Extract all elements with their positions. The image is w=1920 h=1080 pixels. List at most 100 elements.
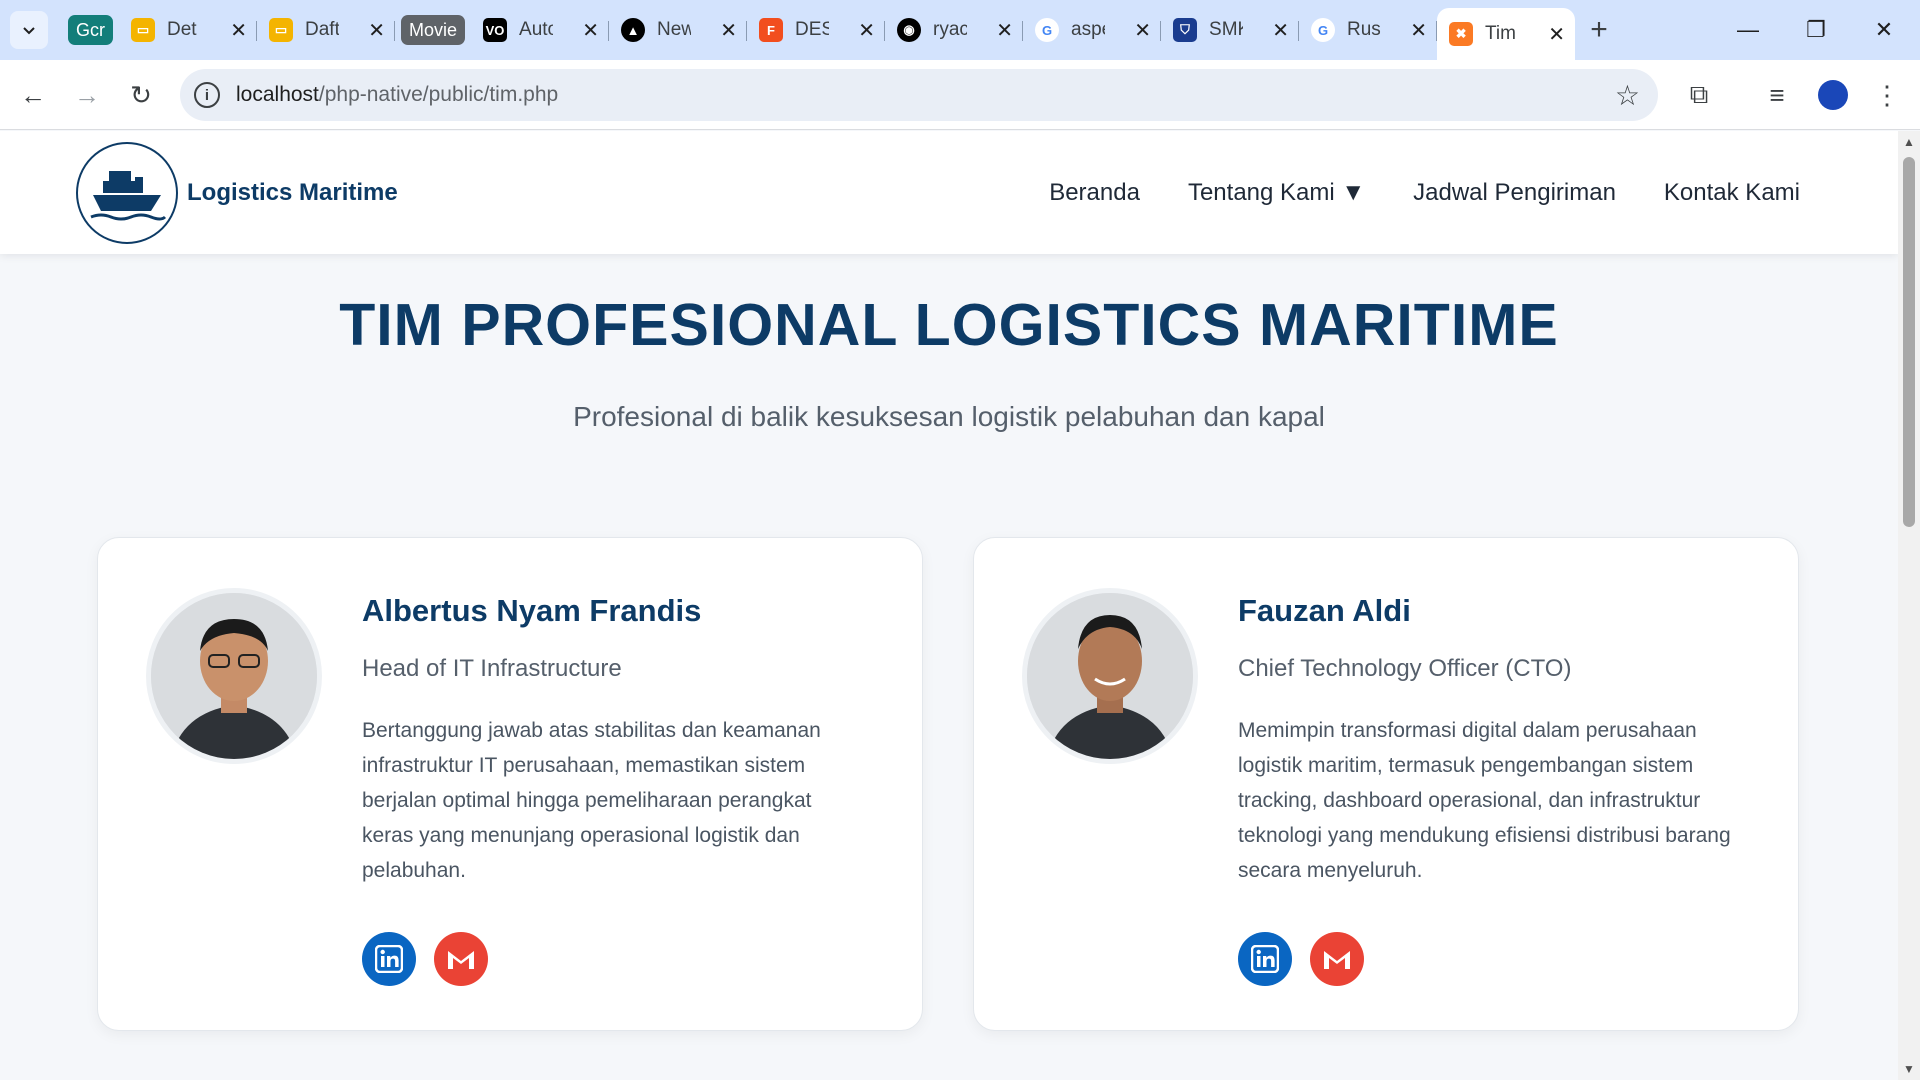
close-icon[interactable]: ✕ <box>582 18 599 43</box>
tab-group-chip[interactable]: Gcr <box>68 15 113 45</box>
tab-ryac[interactable]: ◉ ryac ✕ <box>885 8 1024 52</box>
site-header: Logistics Maritime Beranda Tentang Kami … <box>0 131 1898 254</box>
ship-icon <box>90 171 167 221</box>
tab-tim-active[interactable]: ✖ Tim ✕ <box>1437 8 1576 60</box>
page-title: TIM PROFESIONAL LOGISTICS MARITIME <box>339 292 1559 358</box>
gmail-button[interactable] <box>1310 932 1364 986</box>
member-info: Fauzan Aldi Chief Technology Officer (CT… <box>1238 593 1738 888</box>
team-card: Albertus Nyam Frandis Head of IT Infrast… <box>97 537 923 1031</box>
close-icon[interactable]: ✕ <box>368 18 385 43</box>
page-scrollbar[interactable]: ▲ ▼ <box>1898 131 1920 1080</box>
tab-aspe[interactable]: G aspe ✕ <box>1023 8 1162 52</box>
close-icon[interactable]: ✕ <box>996 18 1013 43</box>
tab-det[interactable]: ▭ Det ✕ <box>119 8 257 52</box>
gmail-icon <box>448 951 474 969</box>
nav-tentang-kami[interactable]: Tentang Kami ▼ <box>1188 179 1365 207</box>
close-window-button[interactable]: ✕ <box>1850 0 1918 60</box>
arrow-left-icon: ← <box>20 79 46 110</box>
profile-avatar[interactable] <box>1818 80 1848 110</box>
extensions-icon[interactable]: ⧉ <box>1678 74 1720 116</box>
tab-title: Det <box>167 19 197 40</box>
close-icon[interactable]: ✕ <box>1134 18 1151 43</box>
avatar <box>146 588 322 764</box>
member-role: Chief Technology Officer (CTO) <box>1238 655 1572 682</box>
tab-title: DES <box>795 19 830 40</box>
page-viewport: Logistics Maritime Beranda Tentang Kami … <box>0 131 1898 1080</box>
close-icon[interactable]: ✕ <box>1410 18 1427 43</box>
menu-kebab-icon[interactable]: ⋮ <box>1866 74 1908 116</box>
tab-title: Daft <box>305 19 339 40</box>
member-name: Fauzan Aldi <box>1238 593 1411 628</box>
close-icon[interactable]: ✕ <box>230 18 247 43</box>
scroll-up-icon[interactable]: ▲ <box>1903 135 1915 149</box>
gmail-icon <box>1324 951 1350 969</box>
scrollbar-thumb[interactable] <box>1903 157 1915 527</box>
shield-icon: ⛉ <box>1173 18 1198 42</box>
tab-group-movie[interactable]: Movie <box>395 8 471 52</box>
member-role: Head of IT Infrastructure <box>362 655 622 682</box>
restore-button[interactable]: ❐ <box>1782 0 1850 60</box>
triangle-icon: ▲ <box>621 18 646 42</box>
reload-button[interactable]: ↻ <box>118 72 164 118</box>
nav-beranda[interactable]: Beranda <box>1049 179 1140 207</box>
chevron-down-icon <box>23 27 35 35</box>
brand-name[interactable]: Logistics Maritime <box>187 179 398 207</box>
linkedin-icon <box>1251 945 1279 973</box>
tab-new[interactable]: ▲ New ✕ <box>609 8 748 52</box>
new-tab-button[interactable]: + <box>1579 10 1619 50</box>
site-info-icon[interactable]: i <box>194 82 220 108</box>
tab-group-gcr[interactable]: Gcr <box>62 8 119 52</box>
close-icon[interactable]: ✕ <box>720 18 737 43</box>
team-card: Fauzan Aldi Chief Technology Officer (CT… <box>973 537 1799 1031</box>
media-control-icon[interactable]: ≡ <box>1756 74 1798 116</box>
tab-group-chip[interactable]: Movie <box>401 15 466 45</box>
nav-kontak-kami[interactable]: Kontak Kami <box>1664 179 1800 207</box>
url-text[interactable]: localhost/php-native/public/tim.php <box>236 83 558 107</box>
tab-strip: Gcr ▭ Det ✕ ▭ Daft ✕ Movie VO Auto ✕ ▲ N… <box>0 0 1920 60</box>
tab-search-button[interactable] <box>10 11 48 49</box>
close-icon[interactable]: ✕ <box>1272 18 1289 43</box>
github-icon: ◉ <box>897 18 922 42</box>
scroll-down-icon[interactable]: ▼ <box>1903 1062 1915 1076</box>
tab-title: Rus <box>1347 19 1381 40</box>
slides-icon: ▭ <box>269 18 293 42</box>
gmail-button[interactable] <box>434 932 488 986</box>
page-subtitle: Profesional di balik kesuksesan logistik… <box>573 401 1325 432</box>
minimize-button[interactable]: — <box>1714 0 1782 60</box>
tab-smk[interactable]: ⛉ SMK ✕ <box>1161 8 1300 52</box>
bookmark-star-icon[interactable]: ☆ <box>1615 79 1640 112</box>
ship-logo[interactable] <box>76 142 178 244</box>
slides-icon: ▭ <box>131 18 155 42</box>
figma-icon: F <box>759 18 784 42</box>
tab-rus[interactable]: G Rus ✕ <box>1299 8 1438 52</box>
reload-icon: ↻ <box>130 79 152 110</box>
arrow-right-icon: → <box>74 79 100 110</box>
back-button[interactable]: ← <box>10 72 56 118</box>
main-nav: Beranda Tentang Kami ▼ Jadwal Pengiriman… <box>1049 179 1800 207</box>
tab-daft[interactable]: ▭ Daft ✕ <box>257 8 395 52</box>
nav-jadwal-pengiriman[interactable]: Jadwal Pengiriman <box>1413 179 1616 207</box>
tab-auto[interactable]: VO Auto ✕ <box>471 8 610 52</box>
close-icon[interactable]: ✕ <box>1548 22 1565 47</box>
close-icon[interactable]: ✕ <box>858 18 875 43</box>
tab-title: aspe <box>1071 19 1105 40</box>
xampp-icon: ✖ <box>1449 22 1474 46</box>
google-icon: G <box>1311 18 1336 42</box>
linkedin-button[interactable] <box>1238 932 1292 986</box>
member-info: Albertus Nyam Frandis Head of IT Infrast… <box>362 593 862 888</box>
tabs-row: Gcr ▭ Det ✕ ▭ Daft ✕ Movie VO Auto ✕ ▲ N… <box>62 8 1619 60</box>
member-name: Albertus Nyam Frandis <box>362 593 702 628</box>
url-host: localhost <box>236 83 319 106</box>
forward-button[interactable]: → <box>64 72 110 118</box>
address-bar[interactable]: i localhost/php-native/public/tim.php ☆ <box>180 69 1658 121</box>
member-description: Memimpin transformasi digital dalam peru… <box>1238 719 1731 882</box>
social-links <box>1238 932 1364 986</box>
tab-des[interactable]: F DES ✕ <box>747 8 886 52</box>
social-links <box>362 932 488 986</box>
tab-title: Tim <box>1485 23 1516 44</box>
person-photo <box>1027 593 1193 759</box>
browser-toolbar: ← → ↻ i localhost/php-native/public/tim.… <box>0 60 1920 130</box>
person-photo <box>151 593 317 759</box>
linkedin-button[interactable] <box>362 932 416 986</box>
tab-title: Auto <box>519 19 554 40</box>
